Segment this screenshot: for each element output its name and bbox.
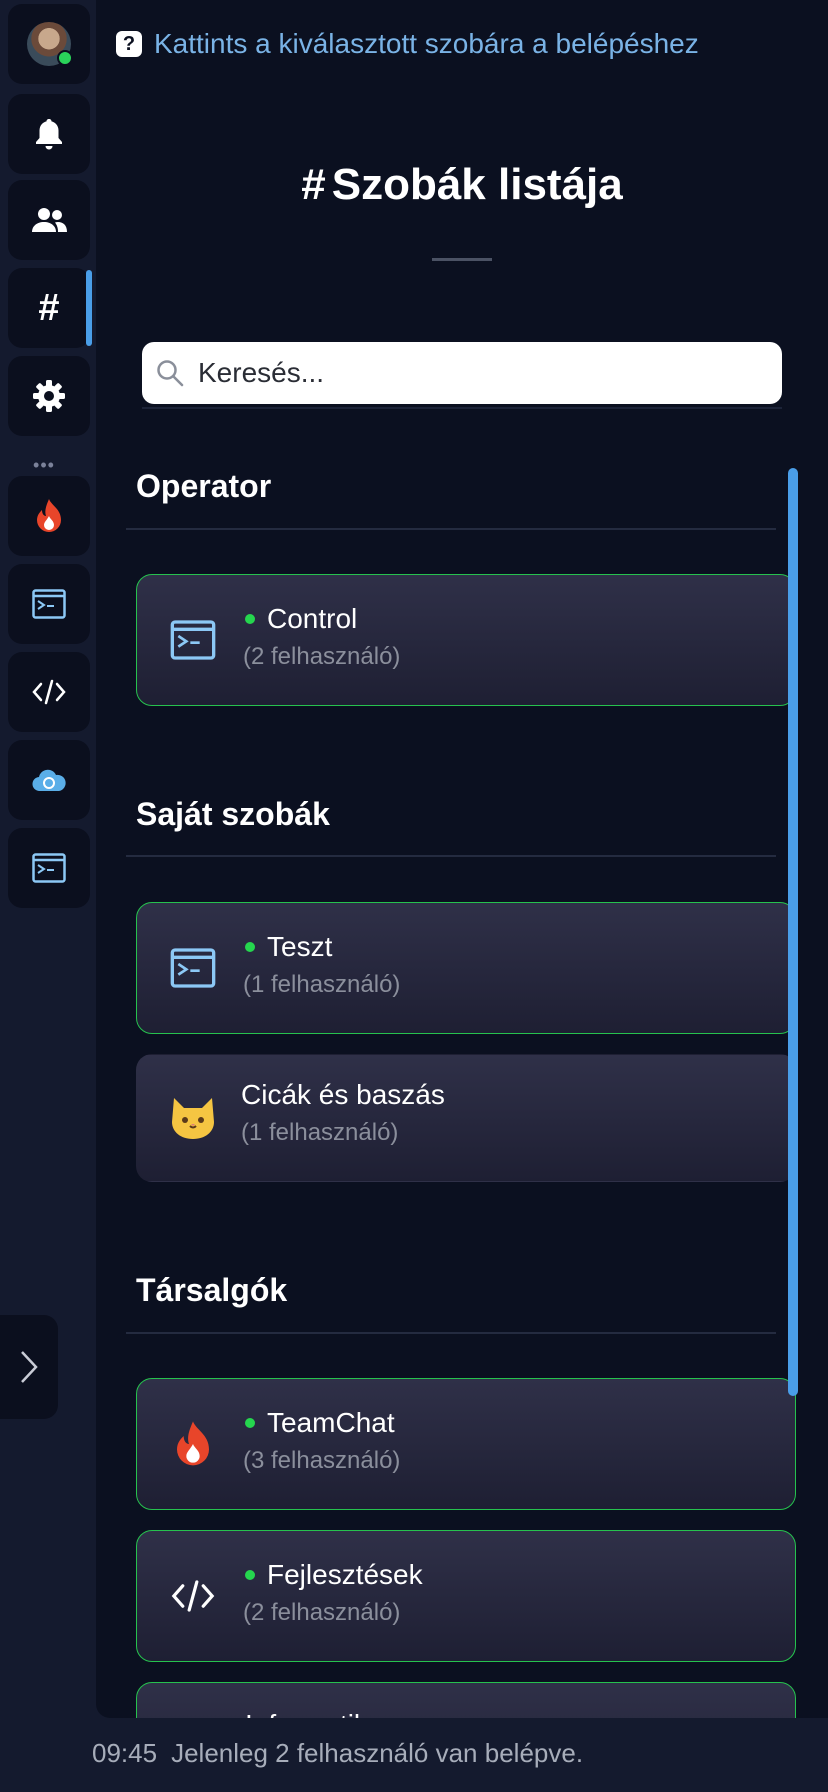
bell-icon <box>36 119 62 150</box>
status-message: Jelenleg 2 felhasználó van belépve. <box>171 1738 584 1768</box>
avatar <box>27 22 73 66</box>
users-button[interactable] <box>8 180 90 260</box>
sidebar-room-cloud[interactable] <box>8 740 90 820</box>
terminal-icon <box>169 616 217 664</box>
hint-bar: ? Kattints a kiválasztott szobára a belé… <box>116 28 699 60</box>
page-title: # Szobák listája <box>96 160 828 210</box>
sidebar-room-terminal-2[interactable] <box>8 828 90 908</box>
sidebar: # ••• <box>0 0 96 1720</box>
settings-button[interactable] <box>8 356 90 436</box>
scrollbar[interactable] <box>788 468 798 1396</box>
room-name: Fejlesztések <box>245 1559 423 1591</box>
room-name: Control <box>245 603 357 635</box>
code-icon <box>32 679 66 705</box>
terminal-icon <box>32 589 66 619</box>
sidebar-separator: ••• <box>33 455 55 475</box>
search-underline <box>142 407 782 409</box>
room-user-count: (3 felhasználó) <box>243 1447 401 1474</box>
online-indicator <box>57 50 73 66</box>
room-name-text: TeamChat <box>267 1407 395 1438</box>
notifications-button[interactable] <box>8 94 90 174</box>
cloud-icon <box>32 769 66 792</box>
online-dot <box>245 614 255 624</box>
room-name: Informatika <box>245 1709 384 1718</box>
title-divider <box>432 258 492 261</box>
cat-icon <box>169 1094 217 1142</box>
status-time: 09:45 <box>92 1738 158 1768</box>
room-name-text: Informatika <box>245 1709 384 1718</box>
room-user-count: (2 felhasználó) <box>243 1599 401 1626</box>
room-card-cicak[interactable]: Cicák és baszás (1 felhasználó) <box>136 1054 796 1182</box>
users-icon <box>32 208 67 232</box>
room-name-text: Fejlesztések <box>267 1559 423 1590</box>
room-card-teszt[interactable]: Teszt (1 felhasználó) <box>136 902 796 1034</box>
chevron-right-icon <box>21 1351 38 1383</box>
hash-icon: # <box>301 160 326 209</box>
room-user-count: (2 felhasználó) <box>243 643 401 670</box>
room-card-fejlesztesek[interactable]: Fejlesztések (2 felhasználó) <box>136 1530 796 1662</box>
profile-button[interactable] <box>8 4 90 84</box>
room-card-teamchat[interactable]: TeamChat (3 felhasználó) <box>136 1378 796 1510</box>
section-divider <box>126 855 776 857</box>
sidebar-room-code[interactable] <box>8 652 90 732</box>
section-title-operator: Operator <box>136 468 272 504</box>
fire-icon <box>37 499 61 532</box>
hint-text: Kattints a kiválasztott szobára a belépé… <box>154 28 699 59</box>
sidebar-room-terminal[interactable] <box>8 564 90 644</box>
rooms-button[interactable]: # <box>8 268 92 348</box>
help-icon: ? <box>116 31 142 57</box>
sidebar-room-teamchat[interactable] <box>8 476 90 556</box>
section-title-lounges: Társalgók <box>136 1272 288 1308</box>
hash-icon: # <box>38 286 60 329</box>
main-panel: ? Kattints a kiválasztott szobára a belé… <box>96 0 828 1718</box>
fire-icon <box>169 1420 217 1468</box>
search-box[interactable] <box>142 342 782 404</box>
section-divider <box>126 528 776 530</box>
room-name-text: Teszt <box>267 931 333 962</box>
section-title-own-rooms: Saját szobák <box>136 796 330 832</box>
terminal-icon <box>32 853 66 883</box>
room-user-count: (1 felhasználó) <box>243 971 401 998</box>
search-input[interactable] <box>196 356 760 390</box>
online-dot <box>245 1570 255 1580</box>
online-dot <box>245 942 255 952</box>
room-name-text: Cicák és baszás <box>241 1079 445 1110</box>
code-icon <box>169 1572 217 1620</box>
room-name: Cicák és baszás <box>241 1079 445 1111</box>
page-title-text: Szobák listája <box>331 160 623 209</box>
expand-sidebar-button[interactable] <box>0 1315 58 1419</box>
terminal-icon <box>169 944 217 992</box>
room-name-text: Control <box>267 603 358 634</box>
room-card-control[interactable]: Control (2 felhasználó) <box>136 574 796 706</box>
section-divider <box>126 1332 776 1334</box>
search-icon <box>157 360 184 387</box>
online-dot <box>245 1418 255 1428</box>
room-card-informatika[interactable]: Informatika <box>136 1682 796 1718</box>
room-name: Teszt <box>245 931 332 963</box>
room-name: TeamChat <box>245 1407 395 1439</box>
status-bar: 09:45 Jelenleg 2 felhasználó van belépve. <box>92 1738 583 1769</box>
gear-icon <box>33 380 65 412</box>
room-user-count: (1 felhasználó) <box>241 1119 399 1146</box>
